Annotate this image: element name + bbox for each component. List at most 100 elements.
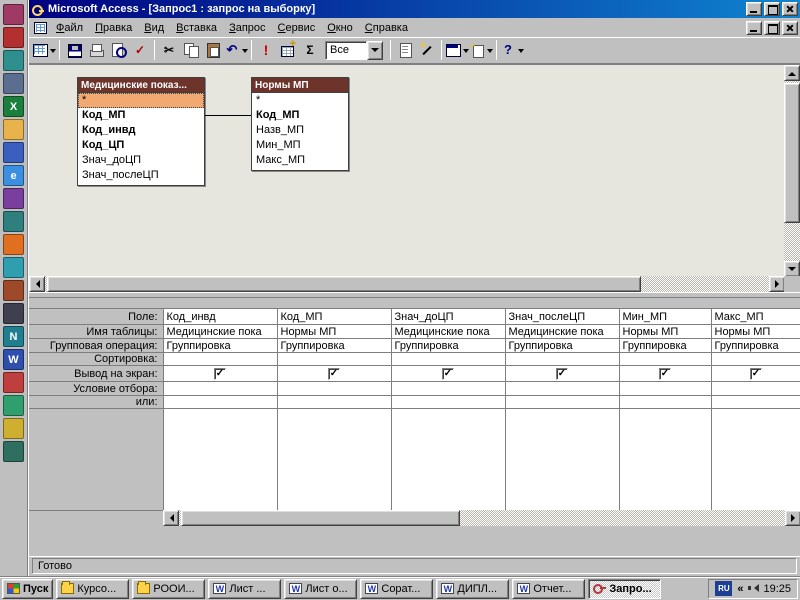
scroll-track[interactable]	[784, 81, 800, 261]
grid-cell-criteria[interactable]	[619, 382, 711, 396]
grid-cell-table[interactable]: Медицинские пока	[505, 325, 619, 339]
taskbar-clock[interactable]: 19:25	[763, 583, 791, 595]
grid-cell[interactable]	[619, 409, 711, 511]
binder-shortcut-icon[interactable]	[3, 27, 24, 48]
grid-cell-field[interactable]: Мин_МП	[619, 309, 711, 325]
field-list-title[interactable]: Нормы МП	[252, 78, 348, 93]
menu-query[interactable]: Запрос	[223, 20, 271, 36]
desktop-shortcut-icon[interactable]	[3, 73, 24, 94]
field-item[interactable]: *	[252, 93, 348, 108]
grid-cell-criteria[interactable]	[711, 382, 800, 396]
schedule-shortcut-icon[interactable]	[3, 257, 24, 278]
grid-cell[interactable]	[505, 409, 619, 511]
taskbar-window-button-active[interactable]: Запро...	[588, 579, 661, 599]
help-button[interactable]: ?	[500, 39, 524, 61]
menu-help[interactable]: Справка	[359, 20, 414, 36]
scroll-right-button[interactable]	[769, 276, 785, 292]
diamond-yellow-shortcut-icon[interactable]	[3, 418, 24, 439]
field-item[interactable]: Знач_послеЦП	[78, 168, 204, 183]
scroll-right-button[interactable]	[785, 510, 800, 526]
grid-cell-field[interactable]: Код_инвд	[163, 309, 277, 325]
field-item[interactable]: Код_ЦП	[78, 138, 204, 153]
scroll-track[interactable]	[45, 276, 769, 292]
menu-view[interactable]: Вид	[138, 20, 170, 36]
word-shortcut-icon[interactable]: W	[3, 349, 24, 370]
top-values-dropdown[interactable]	[367, 41, 383, 60]
grid-cell-sort[interactable]	[391, 353, 505, 366]
grid-cell-sort[interactable]	[277, 353, 391, 366]
tools-shortcut-icon[interactable]	[3, 211, 24, 232]
new-object-button[interactable]	[469, 39, 493, 61]
taskbar-window-button[interactable]: Лист ...	[208, 579, 281, 599]
folder-shortcut-icon[interactable]	[3, 119, 24, 140]
scroll-up-button[interactable]	[784, 65, 800, 81]
grid-cell-sort[interactable]	[619, 353, 711, 366]
taskbar-window-button[interactable]: Сорат...	[360, 579, 433, 599]
grid-cell-criteria[interactable]	[391, 382, 505, 396]
print-button[interactable]	[85, 39, 107, 61]
grid-cell-or[interactable]	[505, 396, 619, 409]
netscape-shortcut-icon[interactable]: N	[3, 326, 24, 347]
tray-chevron[interactable]: «	[737, 583, 743, 595]
show-checkbox[interactable]: ✓	[659, 368, 671, 380]
show-checkbox[interactable]: ✓	[214, 368, 226, 380]
grid-cell-total[interactable]: Группировка	[277, 339, 391, 353]
taskbar-window-button[interactable]: РООИ...	[132, 579, 205, 599]
show-checkbox[interactable]: ✓	[750, 368, 762, 380]
grid-cell-total[interactable]: Группировка	[505, 339, 619, 353]
print-preview-button[interactable]	[107, 39, 129, 61]
grid-cell-total[interactable]: Группировка	[619, 339, 711, 353]
powerpoint-shortcut-icon[interactable]	[3, 188, 24, 209]
menu-edit[interactable]: Правка	[89, 20, 138, 36]
top-values-value[interactable]: Все	[325, 41, 367, 60]
internet-explorer-shortcut-icon[interactable]: e	[3, 165, 24, 186]
scroll-thumb[interactable]	[784, 83, 800, 223]
excel-shortcut-icon[interactable]: X	[3, 96, 24, 117]
access-shortcut-icon[interactable]	[3, 4, 24, 25]
book-shortcut-icon[interactable]	[3, 280, 24, 301]
grid-cell-field[interactable]: Знач_послеЦП	[505, 309, 619, 325]
mail-shortcut-icon[interactable]	[3, 372, 24, 393]
spelling-button[interactable]: ✓	[129, 39, 151, 61]
show-table-button[interactable]	[277, 39, 299, 61]
properties-button[interactable]	[394, 39, 416, 61]
volume-icon[interactable]	[748, 584, 758, 593]
scroll-track[interactable]	[179, 510, 785, 526]
paste-button[interactable]	[202, 39, 224, 61]
scroll-thumb[interactable]	[47, 276, 641, 292]
grid-cell-or[interactable]	[277, 396, 391, 409]
diamond-teal-shortcut-icon[interactable]	[3, 441, 24, 462]
totals-button[interactable]: Σ	[299, 39, 321, 61]
taskbar-window-button[interactable]: ДИПЛ...	[436, 579, 509, 599]
maximize-button[interactable]	[764, 2, 780, 16]
field-item[interactable]: Код_инвд	[78, 123, 204, 138]
grid-cell-table[interactable]: Медицинские пока	[163, 325, 277, 339]
field-item[interactable]: Назв_МП	[252, 123, 348, 138]
language-indicator[interactable]: RU	[715, 581, 732, 596]
grid-cell-table[interactable]: Нормы МП	[277, 325, 391, 339]
cut-button[interactable]: ✂	[158, 39, 180, 61]
save-button[interactable]	[63, 39, 85, 61]
scroll-left-button[interactable]	[29, 276, 45, 292]
close-button[interactable]	[782, 2, 798, 16]
show-checkbox[interactable]: ✓	[556, 368, 568, 380]
grid-cell-sort[interactable]	[711, 353, 800, 366]
scroll-left-button[interactable]	[163, 510, 179, 526]
taskbar-window-button[interactable]: Отчет...	[512, 579, 585, 599]
copy-button[interactable]	[180, 39, 202, 61]
grid-cell-total[interactable]: Группировка	[163, 339, 277, 353]
dos-shortcut-icon[interactable]	[3, 303, 24, 324]
window-shortcut-icon[interactable]	[3, 142, 24, 163]
start-button[interactable]: Пуск	[2, 579, 53, 599]
show-checkbox[interactable]: ✓	[328, 368, 340, 380]
menu-window[interactable]: Окно	[321, 20, 359, 36]
grid-cell-criteria[interactable]	[277, 382, 391, 396]
grid-cell[interactable]	[277, 409, 391, 511]
query-system-icon[interactable]	[34, 22, 47, 34]
grid-cell[interactable]	[391, 409, 505, 511]
grid-cell-table[interactable]: Нормы МП	[619, 325, 711, 339]
grid-cell-table[interactable]: Медицинские пока	[391, 325, 505, 339]
grid-cell-field[interactable]: Код_МП	[277, 309, 391, 325]
field-item[interactable]: *	[78, 93, 204, 108]
field-item[interactable]: Макс_МП	[252, 153, 348, 168]
